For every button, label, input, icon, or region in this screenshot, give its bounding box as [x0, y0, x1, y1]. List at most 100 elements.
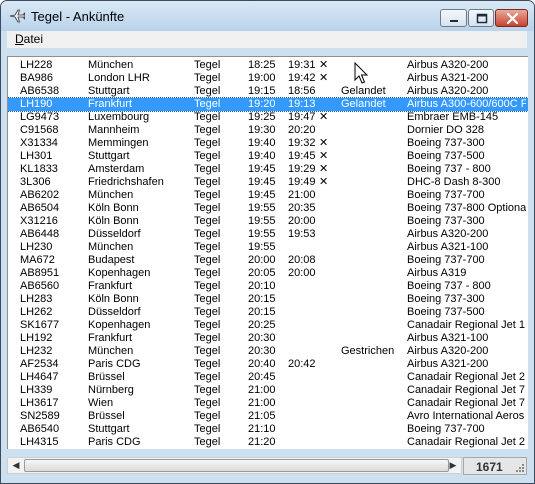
table-row[interactable]: AB8951 Kopenhagen Tegel 20:05 20:00 Airbus A3…: [8, 267, 528, 280]
cell-scheduled-time: 20:25: [248, 319, 276, 331]
table-row[interactable]: AB6560 Frankfurt Tegel 20:10 Boeing 737 - 80…: [8, 280, 528, 293]
cell-flight-number: AB8951: [20, 267, 60, 279]
table-row[interactable]: AB6448 Düsseldorf Tegel 19:55 19:53 Airbus A3…: [8, 228, 528, 241]
cell-airport: Tegel: [194, 371, 221, 383]
table-row[interactable]: LH228 München Tegel 18:25 19:31 ✕ Airbus A320-…: [8, 59, 528, 72]
cell-scheduled-time: 20:15: [248, 293, 276, 305]
cell-actual-time: 18:56: [288, 85, 316, 97]
cell-airport: Tegel: [194, 124, 221, 136]
menu-item-file[interactable]: Datei: [15, 32, 43, 46]
cell-origin: München: [88, 189, 134, 201]
cell-status: Gestrichen: [341, 345, 395, 357]
cell-scheduled-time: 20:30: [248, 345, 276, 357]
table-row[interactable]: LH230 München Tegel 19:55 Airbus A321-100: [8, 241, 528, 254]
table-row[interactable]: SK1677 Kopenhagen Tegel 20:25 Canadair Regio…: [8, 319, 528, 332]
table-row[interactable]: AF2534 Paris CDG Tegel 20:40 20:42 Airbus A32…: [8, 358, 528, 371]
cell-flight-number: LH301: [20, 150, 53, 162]
table-row[interactable]: C91568 Mannheim Tegel 19:30 20:20 Dornier DO …: [8, 124, 528, 137]
cell-scheduled-time: 19:45: [248, 189, 276, 201]
cell-aircraft-type: Airbus A321-200: [407, 358, 489, 370]
maximize-button[interactable]: [468, 9, 494, 27]
cell-airport: Tegel: [194, 72, 221, 84]
table-row[interactable]: LH301 Stuttgart Tegel 19:40 19:45 ✕ Boeing 737…: [8, 150, 528, 163]
cell-origin: Stuttgart: [88, 423, 130, 435]
cell-scheduled-time: 19:40: [248, 150, 276, 162]
cell-flight-number: LH3617: [20, 397, 59, 409]
scroll-left-arrow-icon[interactable]: ◀: [8, 458, 24, 473]
table-row[interactable]: AB6538 Stuttgart Tegel 19:15 18:56 Gelandet Ai…: [8, 85, 528, 98]
table-row[interactable]: AB6540 Stuttgart Tegel 21:10 Boeing 737-700: [8, 423, 528, 436]
cell-origin: Luxembourg: [88, 111, 150, 123]
cell-scheduled-time: 19:20: [248, 98, 276, 110]
cell-airport: Tegel: [194, 215, 221, 227]
cell-scheduled-time: 19:55: [248, 215, 276, 227]
close-button[interactable]: [495, 9, 528, 27]
table-row[interactable]: LG9473 Luxembourg Tegel 19:25 19:47 ✕ Embraer …: [8, 111, 528, 124]
cell-origin: Kopenhagen: [88, 267, 151, 279]
cell-airport: Tegel: [194, 137, 221, 149]
cell-scheduled-time: 19:40: [248, 137, 276, 149]
cell-change-mark: ✕: [319, 150, 329, 162]
table-row[interactable]: LH192 Frankfurt Tegel 20:30 Airbus A321-100: [8, 332, 528, 345]
cell-airport: Tegel: [194, 306, 221, 318]
cell-scheduled-time: 20:30: [248, 332, 276, 344]
cell-scheduled-time: 20:45: [248, 371, 276, 383]
cell-actual-time: 20:42: [288, 358, 316, 370]
cell-actual-time: 19:13: [288, 98, 316, 110]
cell-flight-number: LH192: [20, 332, 53, 344]
table-row[interactable]: BA986 London LHR Tegel 19:00 19:42 ✕ Airbus A3…: [8, 72, 528, 85]
cell-scheduled-time: 20:10: [248, 280, 276, 292]
table-row[interactable]: SN2589 Brüssel Tegel 21:05 Avro Internationa…: [8, 410, 528, 423]
table-row[interactable]: LH232 München Tegel 20:30 Gestrichen Airbus A…: [8, 345, 528, 358]
cell-origin: Brüssel: [88, 410, 125, 422]
cell-aircraft-type: Canadair Regional Jet 2: [407, 371, 526, 383]
table-row[interactable]: X31334 Memmingen Tegel 19:40 19:32 ✕ Boeing 73…: [8, 137, 528, 150]
table-row[interactable]: 3L306 Friedrichshafen Tegel 19:45 19:49 ✕ DHC-…: [8, 176, 528, 189]
scrollbar-thumb[interactable]: [24, 459, 449, 472]
horizontal-scrollbar[interactable]: ◀ ▶: [7, 457, 462, 474]
cell-aircraft-type: Airbus A321-100: [407, 332, 489, 344]
minimize-button[interactable]: [440, 9, 467, 27]
app-window: Tegel - Ankünfte Datei LH228 München Tegel…: [0, 0, 535, 484]
scroll-right-arrow-icon[interactable]: ▶: [445, 458, 461, 473]
table-row[interactable]: MA672 Budapest Tegel 20:00 20:08 Boeing 737-7…: [8, 254, 528, 267]
cell-actual-time: 19:53: [288, 228, 316, 240]
cell-flight-number: AB6560: [20, 280, 60, 292]
table-row[interactable]: KL1833 Amsterdam Tegel 19:45 19:29 ✕ Boeing 73…: [8, 163, 528, 176]
cell-aircraft-type: Canadair Regional Jet 7: [407, 397, 526, 409]
cell-scheduled-time: 20:15: [248, 306, 276, 318]
cell-flight-number: LH232: [20, 345, 53, 357]
table-row[interactable]: LH262 Düsseldorf Tegel 20:15 Boeing 737-500: [8, 306, 528, 319]
cell-origin: London LHR: [88, 72, 150, 84]
cell-aircraft-type: Boeing 737-700: [407, 254, 485, 266]
cell-aircraft-type: Avro International Aeros: [407, 410, 525, 422]
table-row[interactable]: LH3617 Wien Tegel 21:00 Canadair Regional Je…: [8, 397, 528, 410]
cell-scheduled-time: 21:20: [248, 436, 276, 448]
table-row[interactable]: LH4315 Paris CDG Tegel 21:20 Canadair Region…: [8, 436, 528, 449]
table-row[interactable]: AB6202 München Tegel 19:45 21:00 Boeing 737-7…: [8, 189, 528, 202]
cell-change-mark: ✕: [319, 111, 329, 123]
title-bar[interactable]: Tegel - Ankünfte: [1, 1, 534, 31]
close-icon: [506, 12, 519, 25]
cell-flight-number: SK1677: [20, 319, 60, 331]
cell-flight-number: 3L306: [20, 176, 51, 188]
table-row[interactable]: LH4647 Brüssel Tegel 20:45 Canadair Regional…: [8, 371, 528, 384]
table-row-selected[interactable]: LH190 Frankfurt Tegel 19:20 19:13 Gelandet Air…: [8, 97, 528, 112]
cell-flight-number: SN2589: [20, 410, 60, 422]
cell-scheduled-time: 19:55: [248, 241, 276, 253]
table-row[interactable]: LH339 Nürnberg Tegel 21:00 Canadair Regional…: [8, 384, 528, 397]
cell-actual-time: 21:00: [288, 189, 316, 201]
resize-grip-icon[interactable]: [515, 463, 525, 473]
cell-aircraft-type: Boeing 737-700: [407, 423, 485, 435]
table-row[interactable]: AB6504 Köln Bonn Tegel 19:55 20:35 Boeing 737…: [8, 202, 528, 215]
cell-aircraft-type: Boeing 737-300: [407, 293, 485, 305]
table-row[interactable]: X31216 Köln Bonn Tegel 19:55 20:00 Boeing 737…: [8, 215, 528, 228]
cell-flight-number: AB6448: [20, 228, 60, 240]
arrivals-list[interactable]: LH228 München Tegel 18:25 19:31 ✕ Airbus A320-…: [7, 56, 528, 449]
cell-scheduled-time: 19:45: [248, 163, 276, 175]
cell-origin: Köln Bonn: [88, 215, 139, 227]
cell-status: Gelandet: [341, 98, 386, 110]
minimize-icon: [450, 20, 458, 22]
cell-flight-number: AB6202: [20, 189, 60, 201]
table-row[interactable]: LH283 Köln Bonn Tegel 20:15 Boeing 737-300: [8, 293, 528, 306]
